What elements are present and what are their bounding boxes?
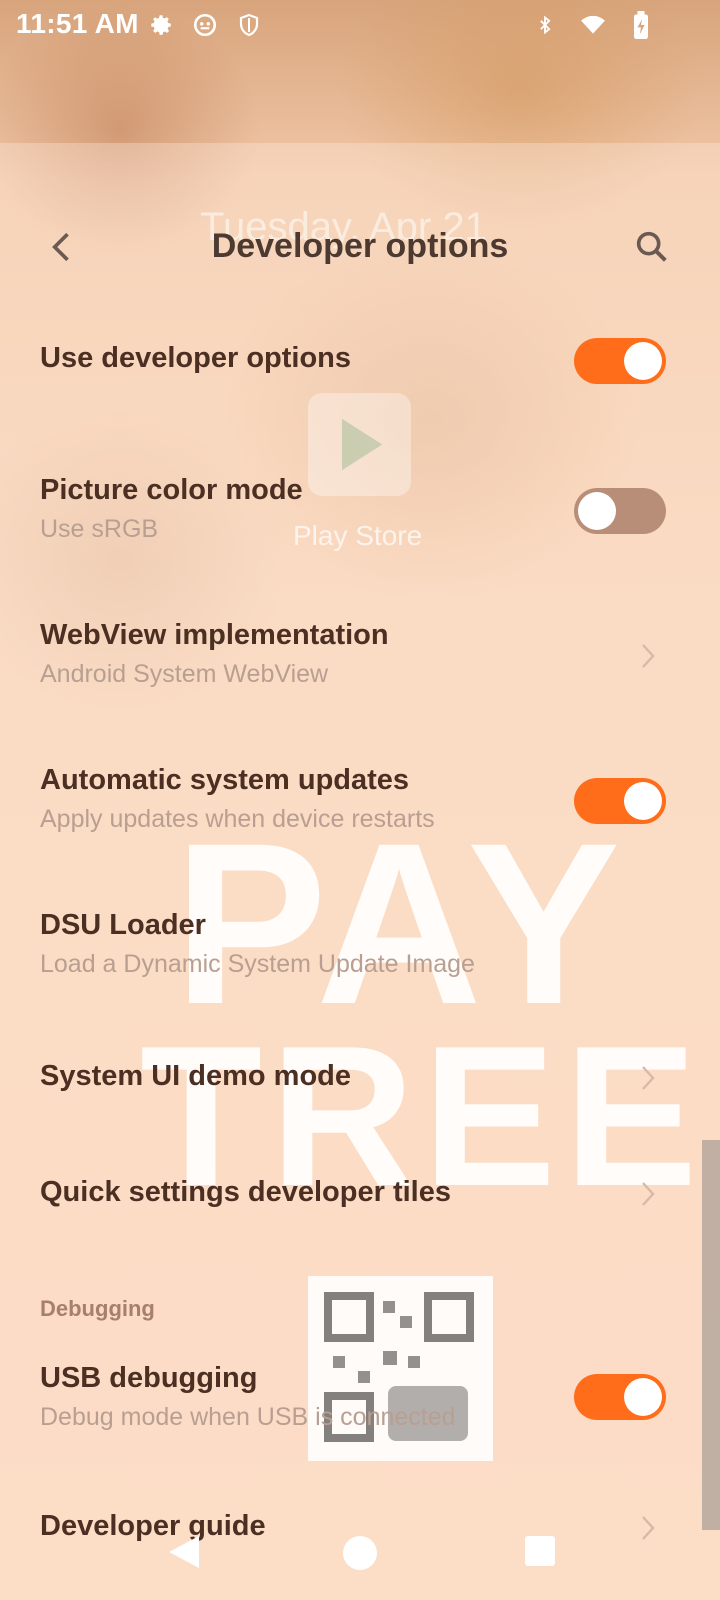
setting-title: Quick settings developer tiles	[40, 1176, 451, 1208]
setting-subtitle: Android System WebView	[40, 660, 329, 688]
battery-charging-icon	[626, 10, 656, 40]
picture-color-mode-toggle[interactable]	[574, 488, 666, 534]
status-left-icons	[146, 10, 264, 40]
watermark: PAY TREE	[140, 809, 697, 1217]
navigation-bar	[0, 1514, 720, 1600]
toggle-knob	[624, 782, 662, 820]
setting-webview-implementation[interactable]: WebView implementation Android System We…	[40, 619, 680, 689]
toggle-knob	[578, 492, 616, 530]
automatic-system-updates-toggle[interactable]	[574, 778, 666, 824]
status-right-icons	[530, 10, 656, 40]
toggle-knob	[624, 1378, 662, 1416]
nav-back-icon	[165, 1536, 201, 1576]
chevron-right-icon	[640, 1180, 656, 1208]
toggle-knob	[624, 342, 662, 380]
setting-title: WebView implementation	[40, 619, 389, 651]
setting-subtitle: Load a Dynamic System Update Image	[40, 950, 475, 978]
wifi-icon	[578, 10, 608, 40]
use-developer-options-toggle[interactable]	[574, 338, 666, 384]
nav-back-button[interactable]	[165, 1532, 201, 1577]
setting-title: DSU Loader	[40, 909, 206, 941]
chevron-right-icon	[640, 642, 656, 670]
section-header-debugging: Debugging	[40, 1296, 155, 1321]
setting-system-ui-demo-mode[interactable]: System UI demo mode	[40, 1060, 680, 1093]
search-button[interactable]	[632, 227, 676, 271]
search-icon	[632, 231, 672, 271]
setting-dsu-loader[interactable]: DSU Loader Load a Dynamic System Update …	[40, 909, 680, 979]
app-bar: Developer options	[0, 205, 720, 295]
setting-title: System UI demo mode	[40, 1060, 352, 1092]
gear-icon	[146, 10, 176, 40]
bluetooth-icon	[530, 10, 560, 40]
shield-icon	[234, 10, 264, 40]
status-bar: 11:51 AM	[0, 0, 720, 52]
nav-recents-button[interactable]	[525, 1536, 555, 1566]
setting-quick-settings-developer-tiles[interactable]: Quick settings developer tiles	[40, 1176, 680, 1209]
nav-home-button[interactable]	[343, 1536, 377, 1570]
status-time: 11:51 AM	[16, 8, 139, 39]
side-ribbon	[702, 1140, 720, 1530]
face-icon	[190, 10, 220, 40]
page-title: Developer options	[211, 227, 509, 265]
usb-debugging-toggle[interactable]	[574, 1374, 666, 1420]
chevron-right-icon	[640, 1064, 656, 1092]
